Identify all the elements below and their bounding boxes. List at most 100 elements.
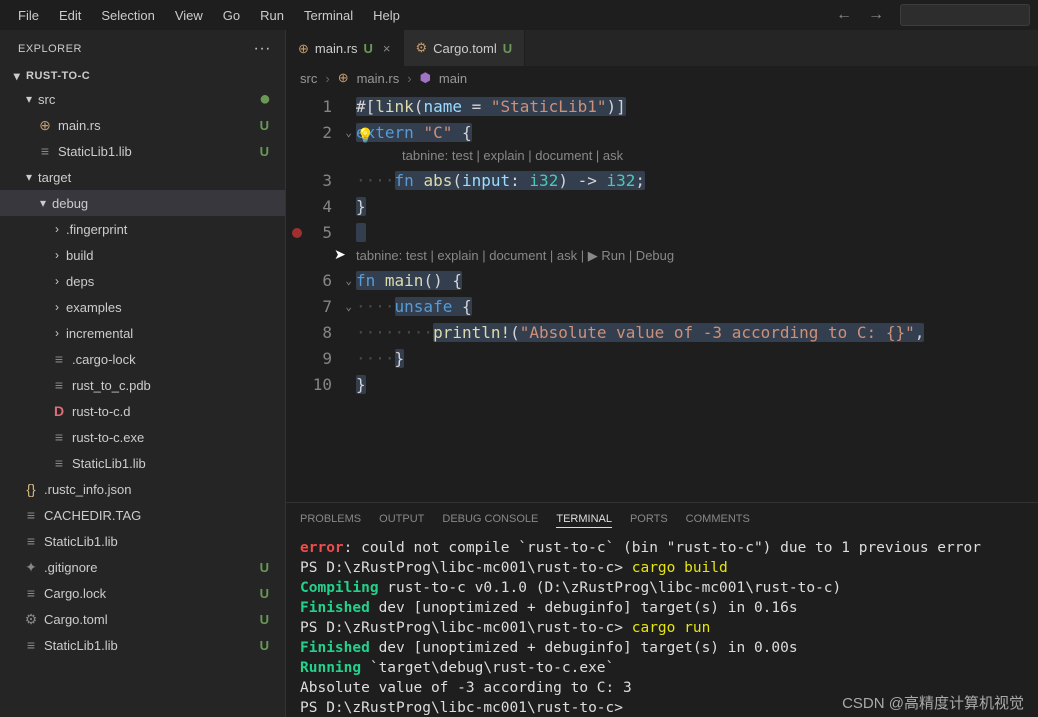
codelens[interactable]: tabnine: test | explain | document | ask xyxy=(356,146,1038,168)
nav-fwd-icon[interactable]: → xyxy=(860,2,892,28)
close-icon[interactable]: × xyxy=(383,41,391,56)
tree-item[interactable]: ▾debug xyxy=(0,190,285,216)
panel-tab-terminal[interactable]: TERMINAL xyxy=(556,511,612,528)
chevron-right-icon: › xyxy=(407,71,411,86)
explorer-title: EXPLORER xyxy=(18,43,82,55)
lightbulb-icon[interactable]: 💡 xyxy=(357,123,374,149)
tree-item[interactable]: ›examples xyxy=(0,294,285,320)
tree-item[interactable]: Drust-to-c.d xyxy=(0,398,285,424)
chevron-icon: › xyxy=(50,326,64,340)
sidebar: EXPLORER ··· ▾ RUST-TO-C ▾src●⊕main.rsU ≡… xyxy=(0,30,286,717)
tab-main.rs[interactable]: ⊕main.rsU× xyxy=(286,30,404,66)
tree-item[interactable]: ≡rust-to-c.exe xyxy=(0,424,285,450)
tree-item[interactable]: ✦ .gitignoreU xyxy=(0,554,285,580)
git-status: U xyxy=(260,638,273,653)
watermark: CSDN @高精度计算机视觉 xyxy=(842,692,1024,713)
codelens[interactable]: tabnine: test | explain | document | ask… xyxy=(356,246,1038,268)
menu-selection[interactable]: Selection xyxy=(91,4,164,27)
panel-tab-debug-console[interactable]: DEBUG CONSOLE xyxy=(442,511,538,528)
menu-file[interactable]: File xyxy=(8,4,49,27)
panel-tab-output[interactable]: OUTPUT xyxy=(379,511,424,528)
tree-item[interactable]: ≡ .cargo-lock xyxy=(0,346,285,372)
code-content[interactable]: #[link(name = "StaticLib1")] extern "C" … xyxy=(356,90,1038,502)
tree-label: .gitignore xyxy=(44,560,260,575)
panel-tabs: PROBLEMS OUTPUT DEBUG CONSOLE TERMINAL PORTS… xyxy=(286,503,1038,536)
tree-label: deps xyxy=(66,274,273,289)
tree-item[interactable]: ▾src● xyxy=(0,86,285,112)
git-status: U xyxy=(260,118,273,133)
tree-label: build xyxy=(66,248,273,263)
tree-item[interactable]: ≡rust_to_c.pdb xyxy=(0,372,285,398)
terminal[interactable]: error: could not compile `rust-to-c` (bi… xyxy=(286,536,1038,717)
editor-body[interactable]: 1 2⌄💡 3 4 5 6⌄ 7⌄ 8 9 10 ➤ #[link(name =… xyxy=(286,90,1038,502)
tree-item[interactable]: ›incremental xyxy=(0,320,285,346)
git-status: U xyxy=(260,560,273,575)
rust-icon: ⊕ xyxy=(338,70,349,86)
tree-item[interactable]: ›build xyxy=(0,242,285,268)
panel-tab-ports[interactable]: PORTS xyxy=(630,511,668,528)
tree-label: StaticLib1.lib xyxy=(44,638,260,653)
fold-icon[interactable]: ⌄ xyxy=(345,268,352,294)
breadcrumb[interactable]: src › ⊕ main.rs › ⬢ main xyxy=(286,66,1038,90)
command-center-input[interactable] xyxy=(900,4,1030,26)
menu-run[interactable]: Run xyxy=(250,4,294,27)
lib-icon: ≡ xyxy=(22,637,40,653)
project-header[interactable]: ▾ RUST-TO-C xyxy=(0,66,285,86)
terminal-line: error: could not compile `rust-to-c` (bi… xyxy=(300,538,1024,558)
d-icon: D xyxy=(50,403,68,419)
chevron-icon: ▾ xyxy=(22,92,36,106)
breakpoint-icon[interactable] xyxy=(292,228,302,238)
tree-item[interactable]: ›deps xyxy=(0,268,285,294)
tree-item[interactable]: ⊕main.rsU xyxy=(0,112,285,138)
tab-Cargo.toml[interactable]: ⚙Cargo.tomlU xyxy=(404,30,526,66)
fold-icon[interactable]: ⌄ xyxy=(345,120,352,146)
tree-item[interactable]: ≡StaticLib1.libU xyxy=(0,138,285,164)
terminal-line: Running `target\debug\rust-to-c.exe` xyxy=(300,658,1024,678)
chevron-right-icon: › xyxy=(325,71,329,86)
tree-item[interactable]: {}.rustc_info.json xyxy=(0,476,285,502)
explorer-more-icon[interactable]: ··· xyxy=(254,40,271,58)
file-icon: ⊕ xyxy=(298,41,309,57)
menu-help[interactable]: Help xyxy=(363,4,410,27)
tree-item[interactable]: ≡StaticLib1.lib xyxy=(0,450,285,476)
tree-item[interactable]: ≡CACHEDIR.TAG xyxy=(0,502,285,528)
panel-tab-problems[interactable]: PROBLEMS xyxy=(300,511,361,528)
tree-item[interactable]: ≡StaticLib1.lib xyxy=(0,528,285,554)
terminal-line: Finished dev [unoptimized + debuginfo] t… xyxy=(300,638,1024,658)
file-tree: ▾src●⊕main.rsU≡StaticLib1.libU▾target▾de… xyxy=(0,86,285,717)
git-icon: ✦ xyxy=(22,559,40,576)
menu-view[interactable]: View xyxy=(165,4,213,27)
fold-icon[interactable]: ⌄ xyxy=(345,294,352,320)
panel-tab-comments[interactable]: COMMENTS xyxy=(686,511,750,528)
lib-icon: ≡ xyxy=(50,351,68,367)
tree-label: incremental xyxy=(66,326,273,341)
tree-label: rust-to-c.d xyxy=(72,404,273,419)
menu-terminal[interactable]: Terminal xyxy=(294,4,363,27)
tree-item[interactable]: ≡ StaticLib1.libU xyxy=(0,632,285,658)
lib-icon: ≡ xyxy=(22,585,40,601)
rust-icon: ⊕ xyxy=(36,117,54,134)
chevron-down-icon: ▾ xyxy=(10,69,24,83)
terminal-line: PS D:\zRustProg\libc-mc001\rust-to-c> ca… xyxy=(300,618,1024,638)
gear-icon: ⚙ xyxy=(22,611,40,628)
git-status: U xyxy=(260,586,273,601)
tree-label: .cargo-lock xyxy=(72,352,273,367)
menu-edit[interactable]: Edit xyxy=(49,4,91,27)
terminal-line: Compiling rust-to-c v0.1.0 (D:\zRustProg… xyxy=(300,578,1024,598)
breadcrumb-file: main.rs xyxy=(357,71,400,86)
chevron-icon: ▾ xyxy=(22,170,36,184)
tree-item[interactable]: ▾target xyxy=(0,164,285,190)
menu-go[interactable]: Go xyxy=(213,4,250,27)
nav-back-icon[interactable]: ← xyxy=(828,2,860,28)
symbol-icon: ⬢ xyxy=(420,70,431,86)
tree-item[interactable]: ⚙Cargo.tomlU xyxy=(0,606,285,632)
tree-label: src xyxy=(38,92,259,107)
tree-label: examples xyxy=(66,300,273,315)
chevron-icon: ▾ xyxy=(36,196,50,210)
tree-label: CACHEDIR.TAG xyxy=(44,508,273,523)
tree-item[interactable]: ≡Cargo.lockU xyxy=(0,580,285,606)
tree-label: Cargo.toml xyxy=(44,612,260,627)
tree-label: .fingerprint xyxy=(66,222,273,237)
tree-item[interactable]: ›.fingerprint xyxy=(0,216,285,242)
tree-label: StaticLib1.lib xyxy=(44,534,273,549)
